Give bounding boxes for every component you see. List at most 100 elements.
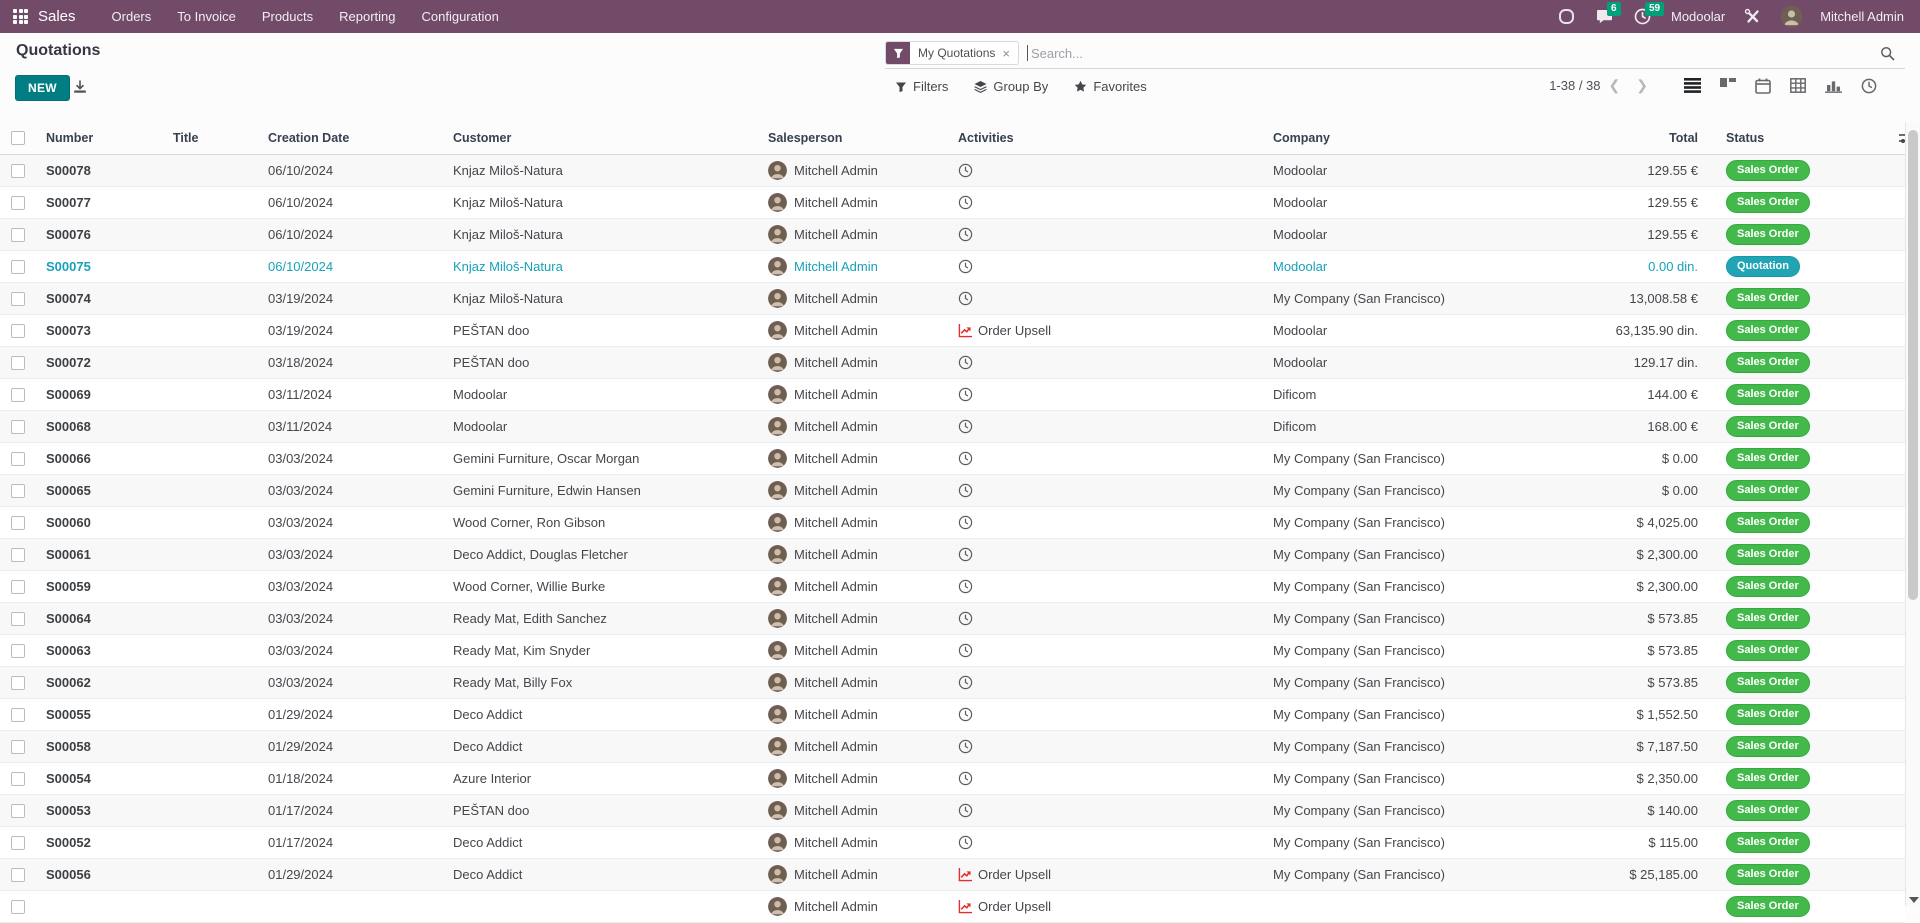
table-row[interactable]: S00064 03/03/2024 Ready Mat, Edith Sanch… [0, 603, 1905, 635]
col-header-total[interactable]: Total [1560, 131, 1706, 145]
row-checkbox[interactable] [11, 228, 25, 242]
activity-clock-icon[interactable] [958, 803, 973, 818]
menu-to-invoice[interactable]: To Invoice [167, 1, 246, 32]
row-checkbox[interactable] [11, 580, 25, 594]
activity-clock-icon[interactable] [958, 547, 973, 562]
menu-configuration[interactable]: Configuration [412, 1, 509, 32]
row-checkbox[interactable] [11, 260, 25, 274]
cell-activities[interactable] [950, 643, 1265, 658]
menu-reporting[interactable]: Reporting [329, 1, 405, 32]
view-graph-icon[interactable] [1825, 78, 1842, 93]
messages-icon[interactable]: 6 [1595, 7, 1615, 27]
activity-upsell-chart-icon[interactable] [958, 899, 973, 914]
app-name[interactable]: Sales [38, 8, 76, 25]
row-checkbox[interactable] [11, 452, 25, 466]
row-checkbox[interactable] [11, 900, 25, 914]
activity-upsell-chart-icon[interactable] [958, 323, 973, 338]
cell-activities[interactable] [950, 387, 1265, 402]
table-row[interactable]: S00056 01/29/2024 Deco Addict Mitchell A… [0, 859, 1905, 891]
table-row[interactable]: S00062 03/03/2024 Ready Mat, Billy Fox M… [0, 667, 1905, 699]
table-row[interactable]: S00075 06/10/2024 Knjaz Miloš-Natura Mit… [0, 251, 1905, 283]
cell-activities[interactable] [950, 451, 1265, 466]
cell-activities[interactable] [950, 419, 1265, 434]
cell-activities[interactable] [950, 611, 1265, 626]
pager-previous-icon[interactable]: ❮ [1601, 77, 1629, 94]
menu-products[interactable]: Products [252, 1, 323, 32]
col-header-activities[interactable]: Activities [950, 131, 1265, 145]
cell-activities[interactable] [950, 547, 1265, 562]
table-row[interactable]: S00053 01/17/2024 PEŠTAN doo Mitchell Ad… [0, 795, 1905, 827]
table-row[interactable]: S00068 03/11/2024 Modoolar Mitchell Admi… [0, 411, 1905, 443]
table-row[interactable]: S00063 03/03/2024 Ready Mat, Kim Snyder … [0, 635, 1905, 667]
cell-activities[interactable] [950, 355, 1265, 370]
col-header-customer[interactable]: Customer [445, 131, 760, 145]
col-header-salesperson[interactable]: Salesperson [760, 131, 950, 145]
table-row[interactable]: S00054 01/18/2024 Azure Interior Mitchel… [0, 763, 1905, 795]
row-checkbox[interactable] [11, 772, 25, 786]
view-activity-icon[interactable] [1861, 78, 1877, 94]
table-row[interactable]: S00065 03/03/2024 Gemini Furniture, Edwi… [0, 475, 1905, 507]
cell-activities[interactable] [950, 579, 1265, 594]
scrollbar-thumb[interactable] [1908, 130, 1918, 600]
group-by-button[interactable]: Group By [974, 79, 1048, 94]
table-row[interactable]: S00077 06/10/2024 Knjaz Miloš-Natura Mit… [0, 187, 1905, 219]
apps-grid-icon[interactable] [13, 9, 28, 24]
menu-orders[interactable]: Orders [102, 1, 162, 32]
cell-activities[interactable] [950, 707, 1265, 722]
discuss-icon[interactable] [1557, 7, 1577, 27]
row-checkbox[interactable] [11, 644, 25, 658]
activity-clock-icon[interactable] [958, 483, 973, 498]
row-checkbox[interactable] [11, 356, 25, 370]
cell-activities[interactable] [950, 739, 1265, 754]
cell-activities[interactable] [950, 195, 1265, 210]
col-header-title[interactable]: Title [165, 131, 260, 145]
cell-activities[interactable] [950, 291, 1265, 306]
view-kanban-icon[interactable] [1720, 78, 1736, 93]
row-checkbox[interactable] [11, 836, 25, 850]
table-row[interactable]: S00061 03/03/2024 Deco Addict, Douglas F… [0, 539, 1905, 571]
row-checkbox[interactable] [11, 612, 25, 626]
table-row[interactable]: S00073 03/19/2024 PEŠTAN doo Mitchell Ad… [0, 315, 1905, 347]
activity-clock-icon[interactable] [958, 515, 973, 530]
activity-clock-icon[interactable] [958, 355, 973, 370]
cell-activities[interactable] [950, 259, 1265, 274]
company-switcher[interactable]: Modoolar [1671, 9, 1725, 24]
row-checkbox[interactable] [11, 516, 25, 530]
table-row[interactable]: S00060 03/03/2024 Wood Corner, Ron Gibso… [0, 507, 1905, 539]
cell-activities[interactable]: Order Upsell [950, 867, 1265, 882]
search-icon[interactable] [1880, 46, 1895, 61]
row-checkbox[interactable] [11, 420, 25, 434]
activity-clock-icon[interactable] [958, 259, 973, 274]
table-row[interactable]: S00059 03/03/2024 Wood Corner, Willie Bu… [0, 571, 1905, 603]
cell-activities[interactable]: Order Upsell [950, 899, 1265, 914]
row-checkbox[interactable] [11, 164, 25, 178]
new-button[interactable]: NEW [15, 75, 70, 101]
col-header-number[interactable]: Number [38, 131, 165, 145]
row-checkbox[interactable] [11, 324, 25, 338]
activity-clock-icon[interactable] [958, 835, 973, 850]
cell-activities[interactable] [950, 771, 1265, 786]
cell-activities[interactable] [950, 227, 1265, 242]
scrollbar-down-arrow[interactable] [1909, 897, 1919, 903]
activity-clock-icon[interactable] [958, 195, 973, 210]
row-checkbox[interactable] [11, 196, 25, 210]
activity-clock-icon[interactable] [958, 419, 973, 434]
view-list-icon[interactable] [1684, 78, 1701, 93]
facet-remove-icon[interactable]: × [1002, 46, 1010, 61]
col-header-company[interactable]: Company [1265, 131, 1560, 145]
table-row[interactable]: S00058 01/29/2024 Deco Addict Mitchell A… [0, 731, 1905, 763]
cell-activities[interactable] [950, 483, 1265, 498]
user-avatar[interactable] [1781, 6, 1802, 27]
cell-activities[interactable] [950, 835, 1265, 850]
activity-clock-icon[interactable] [958, 163, 973, 178]
row-checkbox[interactable] [11, 804, 25, 818]
table-row[interactable]: S00078 06/10/2024 Knjaz Miloš-Natura Mit… [0, 155, 1905, 187]
activity-clock-icon[interactable] [958, 771, 973, 786]
row-checkbox[interactable] [11, 740, 25, 754]
search-bar[interactable]: My Quotations × Search... [885, 38, 1905, 69]
cell-activities[interactable] [950, 515, 1265, 530]
activities-clock-icon[interactable]: 59 [1633, 7, 1653, 27]
view-pivot-icon[interactable] [1790, 78, 1806, 93]
row-checkbox[interactable] [11, 388, 25, 402]
cell-activities[interactable]: Order Upsell [950, 323, 1265, 338]
